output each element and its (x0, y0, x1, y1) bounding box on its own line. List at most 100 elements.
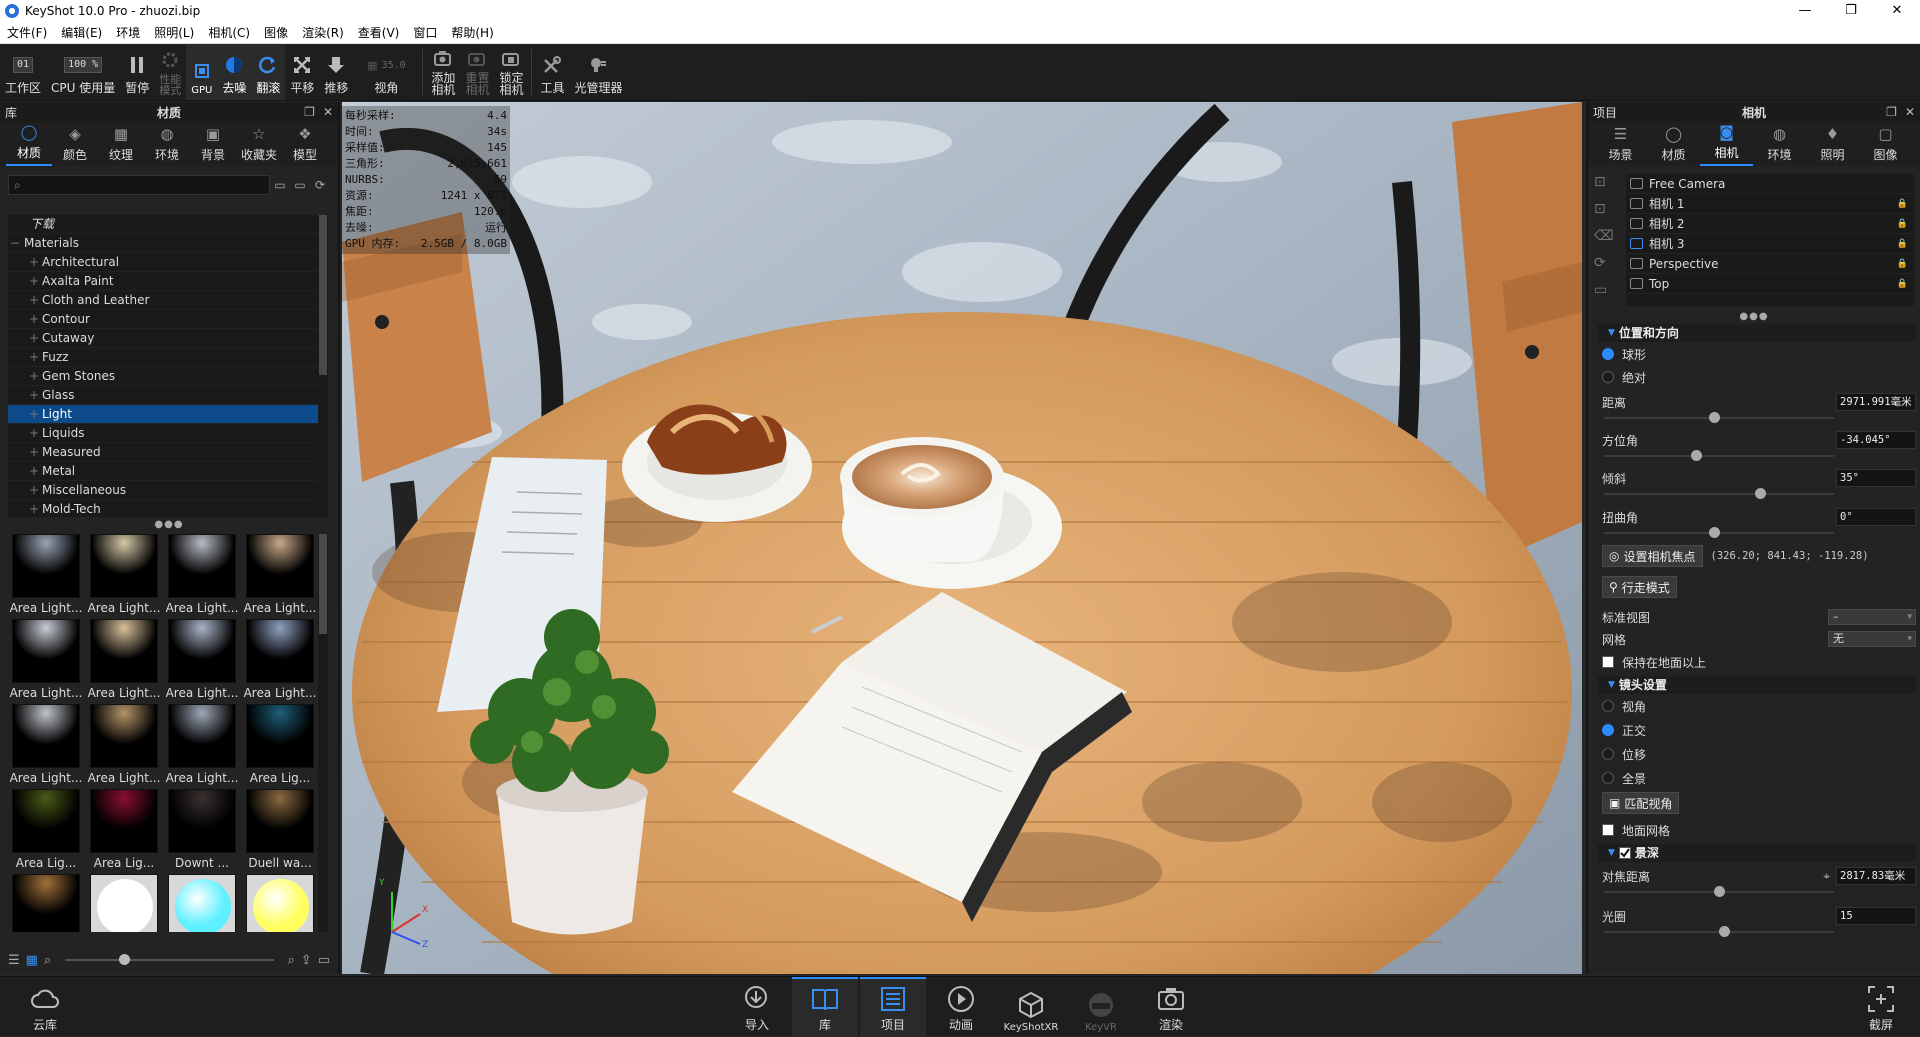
folder-icon[interactable]: ▭ (318, 953, 330, 968)
material-thumbnail[interactable]: Area Lig... (86, 789, 162, 874)
camera-list-item[interactable]: 相机 2 🔒 (1626, 214, 1914, 234)
denoise-button[interactable]: 去噪 (217, 44, 252, 100)
mode-absolute-radio[interactable]: 绝对 (1602, 369, 1916, 385)
tree-item[interactable]: + Architectural (8, 253, 324, 272)
tab-textures[interactable]: ▦ 纹理 (98, 122, 144, 166)
thumbnail-size-slider[interactable] (65, 954, 274, 965)
material-thumbnail[interactable]: Area Light... (8, 704, 84, 789)
material-thumbnail[interactable]: Area Light... (242, 619, 318, 704)
camera-list-item[interactable]: Perspective 🔒 (1626, 254, 1914, 274)
close-panel-icon[interactable]: ✕ (323, 105, 333, 119)
material-thumbnail[interactable]: Area Light... (86, 619, 162, 704)
add-camera-button[interactable]: 添加 相机 (426, 44, 460, 100)
tree-item[interactable]: + Glass (8, 386, 324, 405)
menu-render[interactable]: 渲染(R) (295, 24, 351, 41)
camera-list-item[interactable]: 相机 1 🔒 (1626, 194, 1914, 214)
gpu-button[interactable]: GPU (186, 44, 218, 100)
collapse-minus-icon[interactable]: − (10, 234, 24, 253)
crosshair-icon[interactable]: ⌖ (1823, 869, 1830, 884)
tab-camera[interactable]: ◙ 相机 (1700, 122, 1753, 166)
expand-plus-icon[interactable]: + (26, 443, 42, 462)
field-of-view-control[interactable]: ▦ 35.0 视角 (353, 44, 419, 100)
refresh-icon[interactable]: ⟳ (310, 178, 330, 192)
lock-icon[interactable]: 🔒 (1897, 234, 1908, 254)
library-toggle-button[interactable]: 库 (792, 977, 858, 1037)
performance-mode-button[interactable]: 性能 模式 (154, 44, 186, 100)
import-button[interactable]: 导入 (724, 977, 790, 1037)
azimuth-slider[interactable] (1604, 450, 1834, 461)
material-thumbnail[interactable]: Area Light... (164, 704, 240, 789)
slider-knob[interactable] (1709, 412, 1721, 423)
float-panel-icon[interactable]: ❐ (1886, 105, 1897, 119)
tree-item[interactable]: + Measured (8, 443, 324, 462)
minimize-button[interactable]: — (1782, 0, 1828, 22)
mode-spherical-radio[interactable]: 球形 (1602, 346, 1916, 362)
inclination-field[interactable]: 35° (1836, 469, 1916, 487)
menu-window[interactable]: 窗口 (406, 24, 444, 41)
lens-orthographic-radio[interactable]: 正交 (1602, 722, 1916, 738)
lock-icon[interactable]: 🔒 (1897, 194, 1908, 214)
cloud-library-button[interactable]: 云库 (12, 977, 78, 1037)
expand-plus-icon[interactable]: + (26, 329, 42, 348)
inclination-slider[interactable] (1604, 488, 1834, 499)
zoom-in-icon[interactable]: ⌕ (288, 953, 295, 968)
close-panel-icon[interactable]: ✕ (1905, 105, 1915, 119)
cpu-usage-field[interactable]: 100 % (64, 57, 103, 73)
distance-field[interactable]: 2971.991毫米 (1836, 393, 1916, 411)
expand-plus-icon[interactable]: + (26, 272, 42, 291)
grid-scrollbar[interactable] (318, 534, 328, 932)
aperture-slider[interactable] (1604, 926, 1834, 937)
expand-plus-icon[interactable]: + (26, 367, 42, 386)
camera-add-icon[interactable]: ⊡ (1594, 174, 1614, 190)
menu-camera[interactable]: 相机(C) (201, 24, 257, 41)
search-input[interactable]: ⌕ (8, 175, 270, 195)
lock-icon[interactable]: 🔒 (1897, 214, 1908, 234)
material-thumbnail[interactable]: Area Light... (8, 534, 84, 619)
dolly-button[interactable]: 推移 (319, 44, 353, 100)
grid-view-icon[interactable]: ▦ (26, 953, 38, 968)
depth-of-field-section[interactable]: ▼ 景深 (1598, 844, 1916, 862)
tree-item[interactable]: + Metal (8, 462, 324, 481)
twist-slider[interactable] (1604, 527, 1834, 538)
tree-scroll-thumb[interactable] (319, 215, 327, 375)
light-manager-button[interactable]: 光管理器 (569, 44, 627, 100)
project-toggle-button[interactable]: 项目 (860, 977, 926, 1037)
expand-plus-icon[interactable]: + (26, 310, 42, 329)
set-camera-focus-button[interactable]: ◎ 设置相机焦点 (1602, 545, 1703, 567)
slider-knob[interactable] (119, 954, 131, 965)
expand-plus-icon[interactable]: + (26, 481, 42, 500)
maximize-button[interactable]: ❐ (1828, 0, 1874, 22)
tree-item[interactable]: + Cloth and Leather (8, 291, 324, 310)
slider-knob[interactable] (1718, 926, 1730, 937)
material-thumbnail[interactable]: Area Light... (242, 534, 318, 619)
upload-icon[interactable]: ⇪ (301, 953, 312, 968)
slider-knob[interactable] (1714, 886, 1725, 897)
material-thumbnail[interactable] (8, 874, 84, 932)
expand-plus-icon[interactable]: + (26, 405, 42, 424)
grid-dropdown[interactable]: 无 (1828, 631, 1916, 647)
trash-icon[interactable]: ⌫ (1594, 228, 1614, 244)
ground-grid-checkbox[interactable]: 地面网格 (1602, 822, 1916, 838)
tools-button[interactable]: 工具 (535, 44, 569, 100)
expand-plus-icon[interactable]: + (26, 253, 42, 272)
pan-button[interactable]: 平移 (285, 44, 319, 100)
walk-mode-button[interactable]: ⚲ 行走模式 (1602, 576, 1677, 598)
focus-distance-field[interactable]: 2817.83毫米 (1836, 867, 1916, 885)
lock-icon[interactable]: 🔒 (1897, 254, 1908, 274)
material-thumbnail[interactable]: Area Light... (164, 534, 240, 619)
cpu-usage-selector[interactable]: 100 % CPU 使用量 (46, 44, 120, 100)
camera-list-item[interactable]: Top 🔒 (1626, 274, 1914, 294)
menu-help[interactable]: 帮助(H) (444, 24, 500, 41)
tab-backplates[interactable]: ▣ 背景 (190, 122, 236, 166)
material-thumbnail[interactable]: Area Lig... (8, 789, 84, 874)
close-button[interactable]: ✕ (1874, 0, 1920, 22)
workspace-selector[interactable]: 01 工作区 (0, 44, 46, 100)
folder-add-icon[interactable]: ▭ (290, 178, 310, 192)
camera-list-item[interactable]: Free Camera (1626, 174, 1914, 194)
slider-knob[interactable] (1709, 527, 1721, 538)
material-thumbnail[interactable]: Area Light... (86, 534, 162, 619)
dof-checkbox[interactable] (1618, 847, 1631, 859)
material-thumbnail[interactable] (242, 874, 318, 932)
tree-item[interactable]: + Cutaway (8, 329, 324, 348)
camera-list-item[interactable]: 相机 3 🔒 (1626, 234, 1914, 254)
